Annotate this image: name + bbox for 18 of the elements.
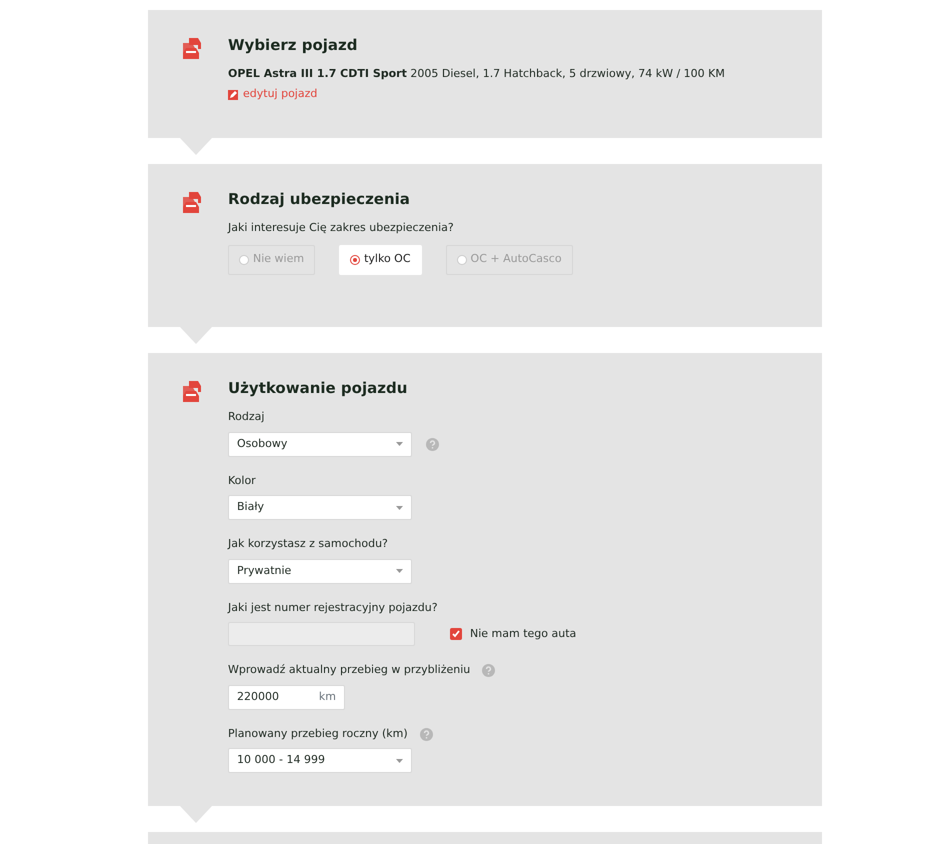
radio-option[interactable]: tylko OC <box>339 244 422 274</box>
select-field[interactable]: Biały <box>228 495 412 520</box>
field-label: Wprowadź aktualny przebieg w przybliżeniu <box>228 662 470 678</box>
field-label: Planowany przebieg roczny (km) <box>228 726 408 742</box>
field-label: Jaki jest numer rejestracyjny pojazdu? <box>228 600 438 616</box>
section-title: Użytkowanie pojazdu <box>228 379 408 397</box>
field-label: Jak korzystasz z samochodu? <box>228 536 388 552</box>
field-label: Kolor <box>228 472 256 488</box>
section-title: Wybierz pojazd <box>228 36 358 54</box>
select-field[interactable]: Osobowy <box>228 432 412 456</box>
vehicle-description: OPEL Astra III 1.7 CDTI Sport 2005 Diesel, 1.7 Hatchback, 5 drzwiowy, 74 kW / 100 KM <box>228 66 725 82</box>
unit-label: km <box>318 688 336 705</box>
question-label: Jaki interesuje Cię zakres ubezpieczenia? <box>228 220 455 236</box>
mileage-field[interactable]: 220000 km <box>228 684 345 710</box>
field-label: Rodzaj <box>228 409 264 425</box>
select-field[interactable]: 10 000 - 14 999 <box>228 748 412 773</box>
section-title: Rodzaj ubezpieczenia <box>228 190 411 208</box>
select-field[interactable]: Prywatnie <box>228 558 412 584</box>
